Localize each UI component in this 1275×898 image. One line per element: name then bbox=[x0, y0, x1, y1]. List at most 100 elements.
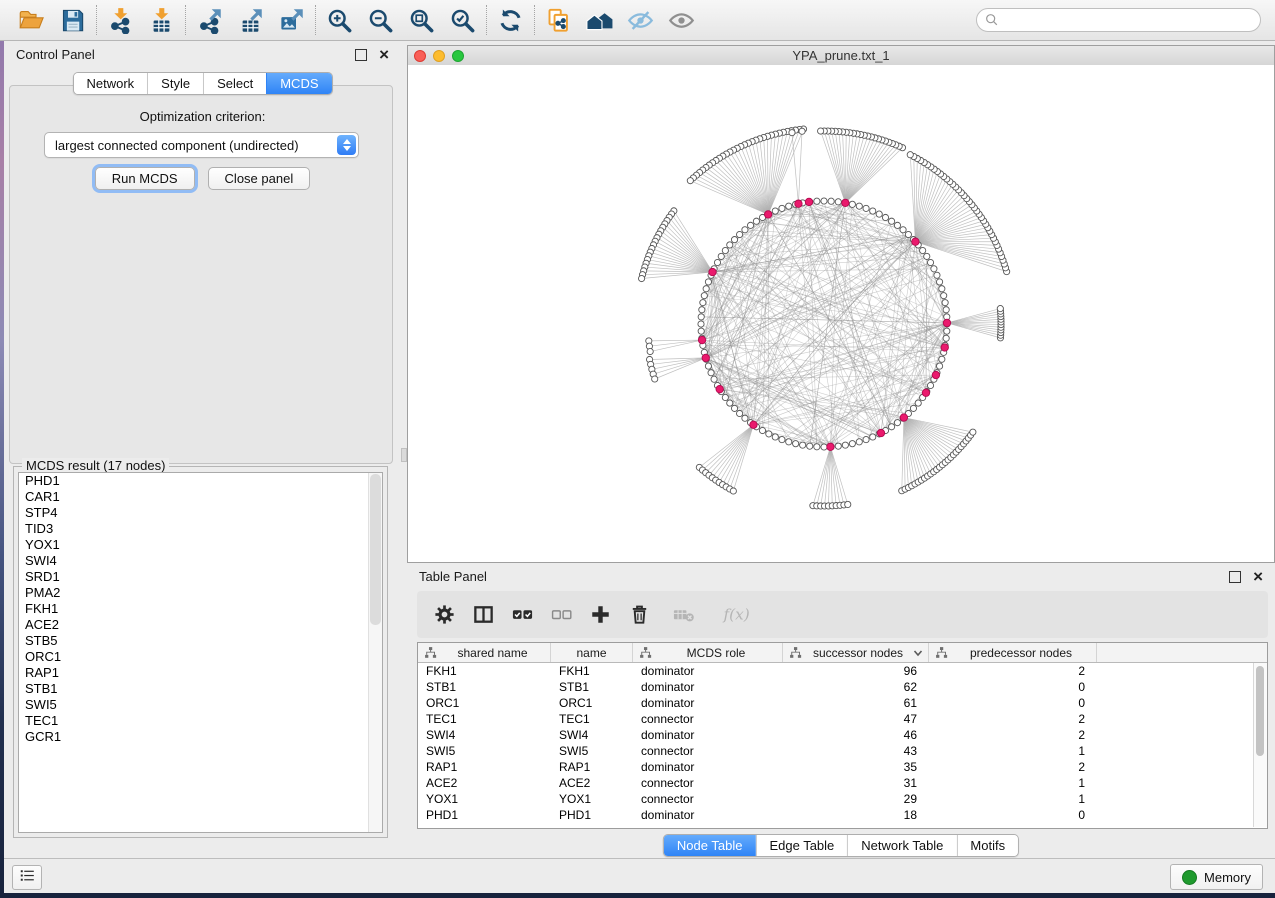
table-cell[interactable]: 2 bbox=[929, 727, 1097, 743]
table-tab-edge-table[interactable]: Edge Table bbox=[755, 835, 847, 856]
table-cell[interactable]: TEC1 bbox=[551, 711, 633, 727]
toggle-column-view-icon[interactable] bbox=[472, 603, 495, 626]
close-panel-icon[interactable]: × bbox=[379, 50, 389, 60]
run-mcds-button[interactable]: Run MCDS bbox=[95, 167, 195, 190]
table-cell[interactable]: STB1 bbox=[551, 679, 633, 695]
table-cell[interactable]: 96 bbox=[783, 663, 929, 679]
mcds-result-item[interactable]: ORC1 bbox=[19, 649, 382, 665]
table-cell[interactable]: SWI4 bbox=[551, 727, 633, 743]
mcds-result-item[interactable]: STB5 bbox=[19, 633, 382, 649]
export-image-icon[interactable] bbox=[278, 7, 305, 34]
network-graph[interactable] bbox=[408, 65, 1274, 562]
mcds-result-item[interactable]: TID3 bbox=[19, 521, 382, 537]
table-cell[interactable]: YOX1 bbox=[418, 791, 551, 807]
table-row[interactable]: TEC1TEC1connector472 bbox=[418, 711, 1267, 727]
table-scrollbar[interactable] bbox=[1253, 663, 1267, 827]
table-row[interactable]: FKH1FKH1dominator962 bbox=[418, 663, 1267, 679]
mcds-scrollbar-thumb[interactable] bbox=[370, 474, 381, 625]
table-cell[interactable]: connector bbox=[633, 791, 783, 807]
mcds-result-item[interactable]: CAR1 bbox=[19, 489, 382, 505]
table-cell[interactable]: ORC1 bbox=[418, 695, 551, 711]
table-cell[interactable]: dominator bbox=[633, 759, 783, 775]
table-cell[interactable]: 18 bbox=[783, 807, 929, 823]
table-cell[interactable]: dominator bbox=[633, 727, 783, 743]
table-cell[interactable]: YOX1 bbox=[551, 791, 633, 807]
close-window-icon[interactable] bbox=[414, 50, 426, 62]
table-cell[interactable]: ACE2 bbox=[418, 775, 551, 791]
table-cell[interactable]: 2 bbox=[929, 759, 1097, 775]
table-cell[interactable]: 61 bbox=[783, 695, 929, 711]
mcds-result-item[interactable]: YOX1 bbox=[19, 537, 382, 553]
zoom-out-icon[interactable] bbox=[367, 7, 394, 34]
table-cell[interactable]: 47 bbox=[783, 711, 929, 727]
close-table-panel-icon[interactable]: × bbox=[1253, 572, 1263, 582]
memory-button[interactable]: Memory bbox=[1170, 864, 1263, 890]
table-cell[interactable]: SWI5 bbox=[551, 743, 633, 759]
table-tab-network-table[interactable]: Network Table bbox=[847, 835, 956, 856]
table-cell[interactable]: PHD1 bbox=[418, 807, 551, 823]
column-header-predecessor-nodes[interactable]: predecessor nodes bbox=[929, 643, 1097, 662]
table-cell[interactable]: 2 bbox=[929, 663, 1097, 679]
column-header-shared-name[interactable]: shared name bbox=[418, 643, 551, 662]
mcds-result-item[interactable]: ACE2 bbox=[19, 617, 382, 633]
float-table-panel-icon[interactable] bbox=[1229, 571, 1241, 583]
mcds-result-item[interactable]: PHD1 bbox=[19, 473, 382, 489]
table-cell[interactable]: 62 bbox=[783, 679, 929, 695]
zoom-fit-icon[interactable] bbox=[408, 7, 435, 34]
mcds-result-item[interactable]: SWI5 bbox=[19, 697, 382, 713]
table-cell[interactable]: PHD1 bbox=[551, 807, 633, 823]
table-cell[interactable]: ACE2 bbox=[551, 775, 633, 791]
mcds-result-item[interactable]: SWI4 bbox=[19, 553, 382, 569]
float-panel-icon[interactable] bbox=[355, 49, 367, 61]
table-cell[interactable]: 29 bbox=[783, 791, 929, 807]
table-cell[interactable]: 1 bbox=[929, 791, 1097, 807]
show-all-icon[interactable] bbox=[668, 7, 695, 34]
table-cell[interactable]: 1 bbox=[929, 775, 1097, 791]
table-row[interactable]: STB1STB1dominator620 bbox=[418, 679, 1267, 695]
table-scrollbar-thumb[interactable] bbox=[1256, 666, 1264, 756]
mcds-result-item[interactable]: GCR1 bbox=[19, 729, 382, 745]
table-cell[interactable]: RAP1 bbox=[418, 759, 551, 775]
column-header-name[interactable]: name bbox=[551, 643, 633, 662]
tab-style[interactable]: Style bbox=[147, 73, 203, 94]
export-table-icon[interactable] bbox=[237, 7, 264, 34]
save-session-icon[interactable] bbox=[59, 7, 86, 34]
table-cell[interactable]: 43 bbox=[783, 743, 929, 759]
table-cell[interactable]: STB1 bbox=[418, 679, 551, 695]
table-cell[interactable]: TEC1 bbox=[418, 711, 551, 727]
copy-network-icon[interactable] bbox=[545, 7, 572, 34]
table-cell[interactable]: dominator bbox=[633, 807, 783, 823]
minimize-window-icon[interactable] bbox=[433, 50, 445, 62]
table-cell[interactable]: dominator bbox=[633, 663, 783, 679]
table-row[interactable]: SWI4SWI4dominator462 bbox=[418, 727, 1267, 743]
export-network-icon[interactable] bbox=[196, 7, 223, 34]
refresh-view-icon[interactable] bbox=[497, 7, 524, 34]
tab-network[interactable]: Network bbox=[73, 73, 147, 94]
mcds-list-scrollbar[interactable] bbox=[368, 473, 382, 832]
table-settings-gear-icon[interactable] bbox=[433, 603, 456, 626]
table-row[interactable]: YOX1YOX1connector291 bbox=[418, 791, 1267, 807]
select-all-columns-icon[interactable] bbox=[511, 603, 534, 626]
table-cell[interactable]: 1 bbox=[929, 743, 1097, 759]
mcds-result-item[interactable]: RAP1 bbox=[19, 665, 382, 681]
optimization-criterion-dropdown[interactable]: largest connected component (undirected) bbox=[44, 132, 359, 158]
table-cell[interactable]: ORC1 bbox=[551, 695, 633, 711]
table-cell[interactable]: 35 bbox=[783, 759, 929, 775]
table-cell[interactable]: dominator bbox=[633, 695, 783, 711]
table-row[interactable]: ACE2ACE2connector311 bbox=[418, 775, 1267, 791]
table-tab-node-table[interactable]: Node Table bbox=[664, 835, 756, 856]
table-cell[interactable]: FKH1 bbox=[551, 663, 633, 679]
network-canvas[interactable] bbox=[408, 65, 1274, 562]
delete-column-icon[interactable] bbox=[628, 603, 651, 626]
zoom-in-icon[interactable] bbox=[326, 7, 353, 34]
tab-mcds[interactable]: MCDS bbox=[266, 73, 331, 94]
tab-select[interactable]: Select bbox=[203, 73, 266, 94]
mcds-result-item[interactable]: PMA2 bbox=[19, 585, 382, 601]
mcds-result-item[interactable]: STB1 bbox=[19, 681, 382, 697]
table-cell[interactable]: FKH1 bbox=[418, 663, 551, 679]
mcds-result-item[interactable]: SRD1 bbox=[19, 569, 382, 585]
search-input[interactable] bbox=[976, 8, 1261, 32]
zoom-selected-icon[interactable] bbox=[449, 7, 476, 34]
import-network-icon[interactable] bbox=[107, 7, 134, 34]
mcds-result-item[interactable]: STP4 bbox=[19, 505, 382, 521]
